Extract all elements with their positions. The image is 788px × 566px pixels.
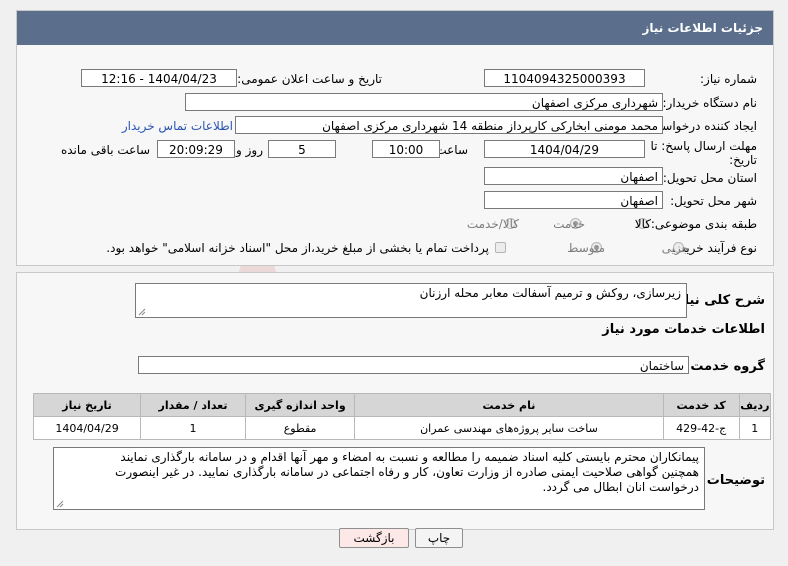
- requester-field: محمد مومنی ابخارکی کارپرداز منطقه 14 شهر…: [235, 116, 663, 134]
- services-section-title: اطلاعات خدمات مورد نیاز: [602, 322, 765, 337]
- service-group-label: گروه خدمت:: [685, 359, 765, 374]
- city-label: شهر محل تحویل:: [670, 194, 757, 208]
- process-option-medium: متوسط: [567, 241, 605, 255]
- cell-service-name: ساخت سایر پروژه‌های مهندسی عمران: [354, 416, 664, 440]
- time-label: ساعت: [435, 143, 468, 157]
- category-option-goods-service: کالا/خدمت: [466, 217, 519, 231]
- panel-title: جزئیات اطلاعات نیاز: [642, 21, 763, 35]
- province-label: استان محل تحویل:: [662, 171, 757, 185]
- resize-grip-icon: [56, 500, 64, 508]
- summary-text: زیرسازی، روکش و ترمیم آسفالت معابر محله …: [419, 286, 681, 300]
- col-quantity: تعداد / مقدار: [140, 393, 247, 417]
- table-row: 1 ج-42-429 ساخت سایر پروژه‌های مهندسی عم…: [32, 416, 772, 440]
- col-row-number: ردیف: [738, 393, 772, 417]
- announce-field: 1404/04/23 - 12:16: [81, 69, 237, 87]
- buyer-notes-textarea[interactable]: پیمانکاران محترم بایستی کلیه اسناد ضمیمه…: [53, 447, 705, 510]
- need-number-label: شماره نیاز:: [700, 72, 757, 86]
- service-group-field: ساختمان: [138, 356, 689, 374]
- col-need-date: تاریخ نیاز: [32, 393, 142, 417]
- back-button[interactable]: بازگشت: [339, 528, 409, 548]
- buyer-org-field: شهرداری مرکزی اصفهان: [185, 93, 663, 111]
- resize-grip-icon: [138, 308, 146, 316]
- remaining-label: ساعت باقی مانده: [60, 143, 150, 157]
- remaining-time-field: 20:09:29: [157, 140, 235, 158]
- col-service-code: کد خدمت: [662, 393, 740, 417]
- days-label: روز و: [236, 143, 263, 157]
- category-option-service: خدمت: [553, 217, 585, 231]
- panel-header: جزئیات اطلاعات نیاز: [17, 11, 773, 45]
- contact-info-link[interactable]: اطلاعات تماس خریدار: [122, 119, 233, 133]
- deadline-date-field: 1404/04/29: [484, 140, 645, 158]
- requester-label: ایجاد کننده درخواست:: [646, 119, 757, 133]
- treasury-payment-note: پرداخت تمام یا بخشی از مبلغ خرید،از محل …: [106, 241, 489, 255]
- deadline-label-2: تاریخ:: [729, 153, 757, 167]
- cell-need-date: 1404/04/29: [32, 416, 142, 440]
- buyer-notes-line-1: پیمانکاران محترم بایستی کلیه اسناد ضمیمه…: [120, 450, 699, 464]
- process-option-minor: جزیی: [661, 241, 689, 255]
- deadline-time-field: 10:00: [372, 140, 440, 158]
- days-field: 5: [268, 140, 336, 158]
- need-details-panel: جزئیات اطلاعات نیاز شماره نیاز: 11040943…: [16, 10, 774, 266]
- category-label: طبقه بندی موضوعی:: [650, 217, 757, 231]
- province-field: اصفهان: [484, 167, 663, 185]
- category-option-goods: کالا: [634, 217, 651, 231]
- buyer-notes-line-3: درخواست انان ابطال می گردد.: [542, 480, 700, 494]
- services-table: ردیف کد خدمت نام خدمت واحد اندازه گیری ت…: [32, 393, 772, 440]
- summary-textarea[interactable]: زیرسازی، روکش و ترمیم آسفالت معابر محله …: [135, 283, 687, 318]
- table-header-row: ردیف کد خدمت نام خدمت واحد اندازه گیری ت…: [32, 393, 772, 417]
- announce-label: تاریخ و ساعت اعلان عمومی:: [237, 72, 382, 86]
- cell-row-number: 1: [738, 416, 772, 440]
- city-field: اصفهان: [484, 191, 663, 209]
- col-unit: واحد اندازه گیری: [245, 393, 356, 417]
- print-button[interactable]: چاپ: [415, 528, 463, 548]
- treasury-payment-checkbox[interactable]: [495, 242, 506, 253]
- cell-service-code: ج-42-429: [662, 416, 740, 440]
- buyer-notes-line-2: همچنین گواهی صلاحیت ایمنی صادره از وزارت…: [115, 465, 699, 479]
- buyer-org-label: نام دستگاه خریدار:: [662, 96, 758, 110]
- service-info-panel: شرح کلی نیاز: زیرسازی، روکش و ترمیم آسفا…: [16, 272, 774, 530]
- col-service-name: نام خدمت: [354, 393, 664, 417]
- cell-unit: مقطوع: [245, 416, 356, 440]
- cell-quantity: 1: [140, 416, 247, 440]
- deadline-label-1: مهلت ارسال پاسخ: تا: [650, 139, 757, 153]
- need-number-field: 1104094325000393: [484, 69, 645, 87]
